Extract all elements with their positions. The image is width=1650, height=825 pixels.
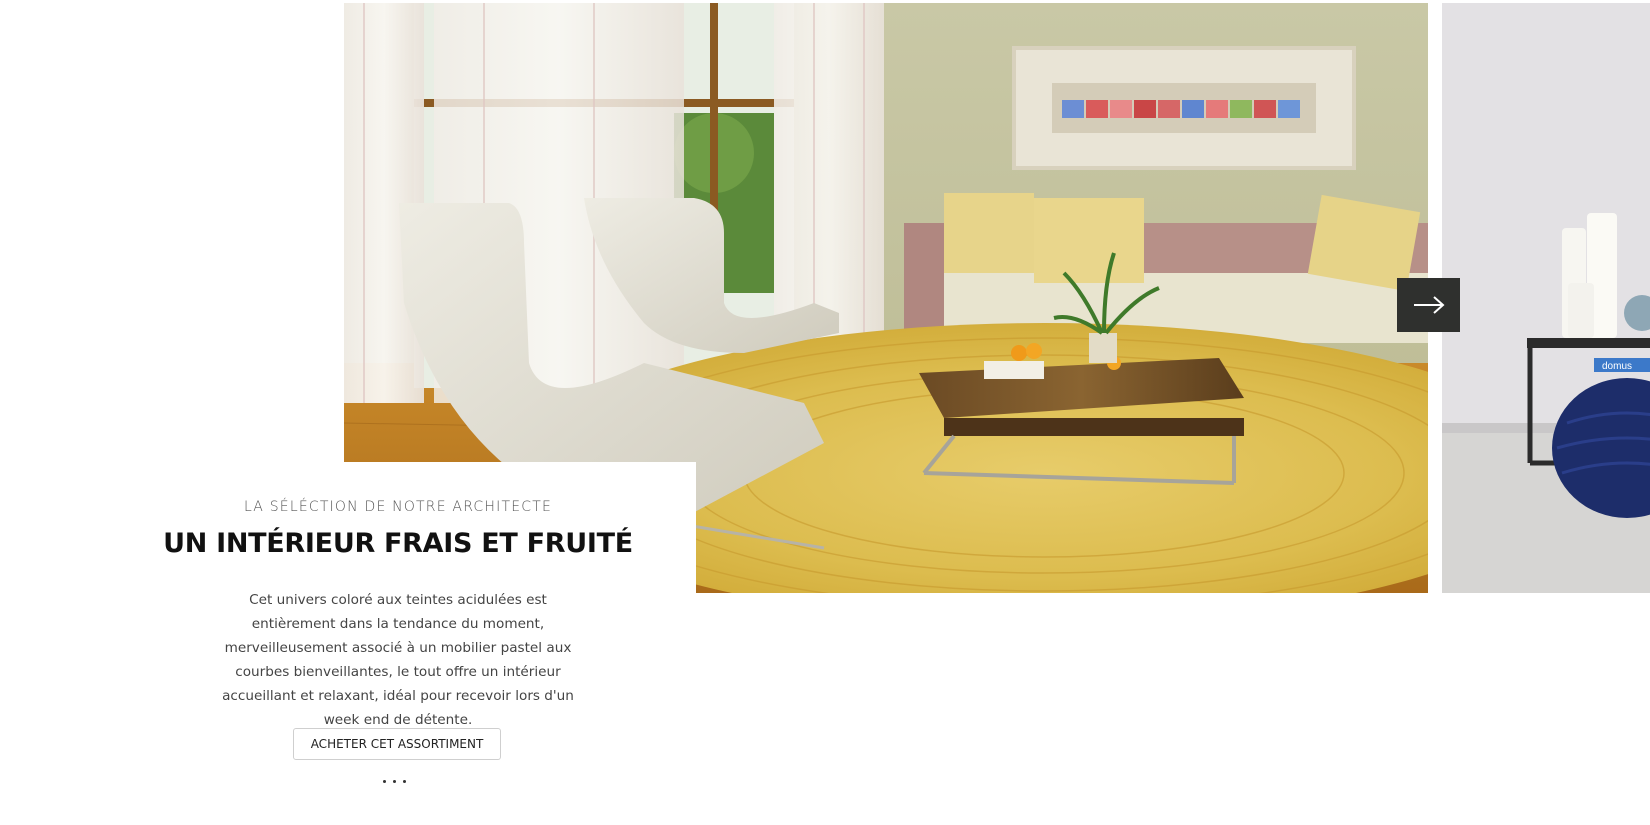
- arrow-right-icon: [1413, 296, 1445, 314]
- next-slide-button[interactable]: [1397, 278, 1460, 332]
- slide-caption-card: LA SÉLÉCTION DE NOTRE ARCHITECTE UN INTÉ…: [0, 462, 696, 825]
- carousel-dot-3[interactable]: [403, 780, 406, 783]
- slide-title: UN INTÉRIEUR FRAIS ET FRUITÉ: [163, 528, 633, 559]
- carousel-dots: [383, 780, 406, 783]
- slide-eyebrow: LA SÉLÉCTION DE NOTRE ARCHITECTE: [243, 499, 553, 515]
- carousel-dot-2[interactable]: [393, 780, 396, 783]
- carousel-dot-1[interactable]: [383, 780, 386, 783]
- slide-description: Cet univers coloré aux teintes acidulées…: [222, 592, 574, 728]
- next-slide-preview: domus: [1442, 3, 1650, 593]
- buy-assortment-button[interactable]: ACHETER CET ASSORTIMENT: [293, 728, 501, 760]
- book-spine-text: domus: [1602, 361, 1632, 372]
- page: domus LA SÉLÉCTION DE NOTRE ARCHITECTE U…: [0, 0, 1650, 825]
